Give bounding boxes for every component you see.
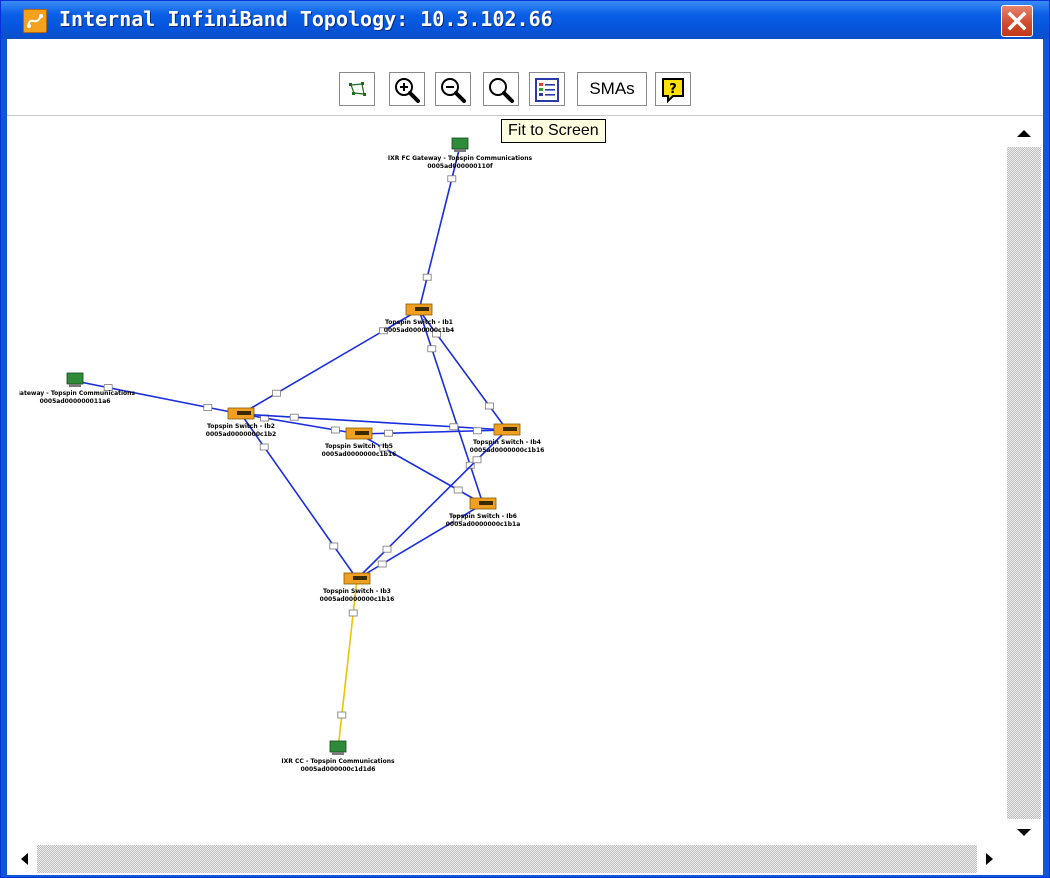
- port-marker: [330, 426, 340, 434]
- node-guid-label: 0005ad0000000c1b16: [320, 596, 395, 603]
- topology-canvas[interactable]: IXR FC Gateway - Topspin Communications 0…: [19, 117, 1007, 843]
- node-guid-label: 0005ad0000000c1b1a: [446, 521, 521, 528]
- node-name-label: Gateway - Topspin Communications: [19, 390, 135, 397]
- port-marker: [259, 443, 269, 451]
- client-area: SMAs ? Fit to Screen IXR FC Gateway - To…: [7, 39, 1043, 875]
- scroll-right-arrow-icon: [986, 853, 993, 865]
- node-guid-label: 0005ad0000000c1b2: [206, 431, 276, 438]
- switch-node-sw-3[interactable]: Topspin Switch - Ib30005ad0000000c1b16: [320, 572, 395, 603]
- port-marker: [449, 423, 459, 431]
- port-marker: [348, 609, 358, 617]
- links-layer: [74, 145, 508, 750]
- fit-to-screen-button[interactable]: [483, 72, 519, 106]
- gateway-icon: [451, 137, 469, 150]
- port-marker: [427, 345, 437, 353]
- vertical-scrollbar[interactable]: [1007, 119, 1041, 847]
- scroll-down-arrow-icon: [1017, 829, 1031, 836]
- node-name-label: IXR FC Gateway - Topspin Communications: [388, 155, 533, 162]
- topology-window: Internal InfiniBand Topology: 10.3.102.6…: [0, 0, 1050, 878]
- switch-node-sw-2[interactable]: Topspin Switch - Ib20005ad0000000c1b2: [206, 407, 276, 438]
- layout-graph-button[interactable]: [339, 72, 375, 106]
- node-guid-label: 0005ad0000000c1b4: [384, 327, 454, 334]
- link-sw-2-sw-3[interactable]: [240, 413, 358, 580]
- toolbar: SMAs ?: [7, 39, 1043, 116]
- node-guid-label: 0005ad000000011a6: [40, 398, 111, 405]
- scroll-up-button[interactable]: [1007, 119, 1041, 147]
- switch-node-sw-1[interactable]: Topspin Switch - Ib10005ad0000000c1b4: [384, 303, 454, 334]
- node-name-label: Topspin Switch - Ib5: [325, 443, 393, 450]
- smas-button[interactable]: SMAs: [577, 72, 647, 106]
- zoom-in-icon: [395, 78, 420, 103]
- port-marker: [329, 542, 339, 550]
- help-button[interactable]: ?: [655, 72, 691, 106]
- node-name-label: Topspin Switch - Ib6: [449, 513, 517, 520]
- scroll-left-button[interactable]: [11, 845, 37, 873]
- node-name-label: Topspin Switch - Ib2: [207, 423, 275, 430]
- node-guid-label: 0005ad000000c1d1d6: [301, 766, 376, 773]
- gateway-icon: [66, 372, 84, 385]
- port-marker: [453, 486, 463, 494]
- link-sw-1-sw-6[interactable]: [418, 309, 484, 505]
- link-gw-top-sw-1[interactable]: [418, 145, 461, 311]
- link-sw-2-sw-4[interactable]: [240, 413, 508, 431]
- switch-node-sw-6[interactable]: Topspin Switch - Ib60005ad0000000c1b1a: [446, 497, 521, 528]
- legend-button[interactable]: [529, 72, 565, 106]
- gateway-icon: [329, 740, 347, 753]
- fit-to-screen-tooltip: Fit to Screen: [501, 119, 606, 143]
- close-button[interactable]: [1001, 5, 1033, 37]
- title-bar[interactable]: Internal InfiniBand Topology: 10.3.102.6…: [1, 1, 1049, 39]
- scrollbar-corner: [1007, 847, 1041, 875]
- node-guid-label: 0005ad0000000c1b16: [470, 447, 545, 454]
- close-icon: [1007, 11, 1027, 31]
- node-name-label: Topspin Switch - Ib4: [473, 439, 541, 446]
- port-marker: [272, 389, 282, 397]
- port-marker: [472, 427, 482, 435]
- node-name-label: IXR CC - Topspin Communications: [281, 758, 395, 765]
- nodes-layer: IXR FC Gateway - Topspin Communications0…: [19, 137, 545, 773]
- node-guid-label: 0005ad0000000c1b16: [322, 451, 397, 458]
- horizontal-scroll-track[interactable]: [37, 845, 977, 873]
- node-guid-label: 0005ad000000110f: [427, 163, 493, 170]
- port-marker: [382, 545, 392, 553]
- layout-graph-icon: [349, 82, 366, 96]
- node-name-label: Topspin Switch - Ib3: [323, 588, 391, 595]
- scroll-down-button[interactable]: [1007, 819, 1041, 847]
- scroll-left-arrow-icon: [21, 853, 28, 865]
- window-title: Internal InfiniBand Topology: 10.3.102.6…: [59, 7, 553, 31]
- port-marker: [422, 273, 432, 281]
- port-marker: [447, 175, 457, 183]
- topology-graph[interactable]: IXR FC Gateway - Topspin Communications0…: [19, 117, 1007, 843]
- scroll-right-button[interactable]: [977, 845, 1003, 873]
- port-marker: [384, 429, 394, 437]
- port-marker: [289, 413, 299, 421]
- help-icon: ?: [662, 78, 684, 104]
- zoom-in-button[interactable]: [389, 72, 425, 106]
- scroll-up-arrow-icon: [1017, 130, 1031, 137]
- topology-app-icon: [23, 9, 47, 33]
- gateway-node-ca-bottom[interactable]: IXR CC - Topspin Communications0005ad000…: [281, 740, 395, 773]
- port-marker: [337, 711, 347, 719]
- port-marker: [472, 456, 482, 464]
- horizontal-scrollbar[interactable]: [7, 843, 1007, 875]
- port-marker: [203, 403, 213, 411]
- fit-to-screen-icon: [489, 78, 514, 103]
- node-name-label: Topspin Switch - Ib1: [385, 319, 453, 326]
- zoom-out-button[interactable]: [435, 72, 471, 106]
- port-marker: [484, 402, 494, 410]
- link-sw-3-ca-bottom[interactable]: [337, 578, 358, 750]
- port-marker: [377, 560, 387, 568]
- legend-list-icon: [535, 78, 559, 102]
- svg-text:?: ?: [669, 82, 677, 97]
- zoom-out-icon: [441, 78, 466, 103]
